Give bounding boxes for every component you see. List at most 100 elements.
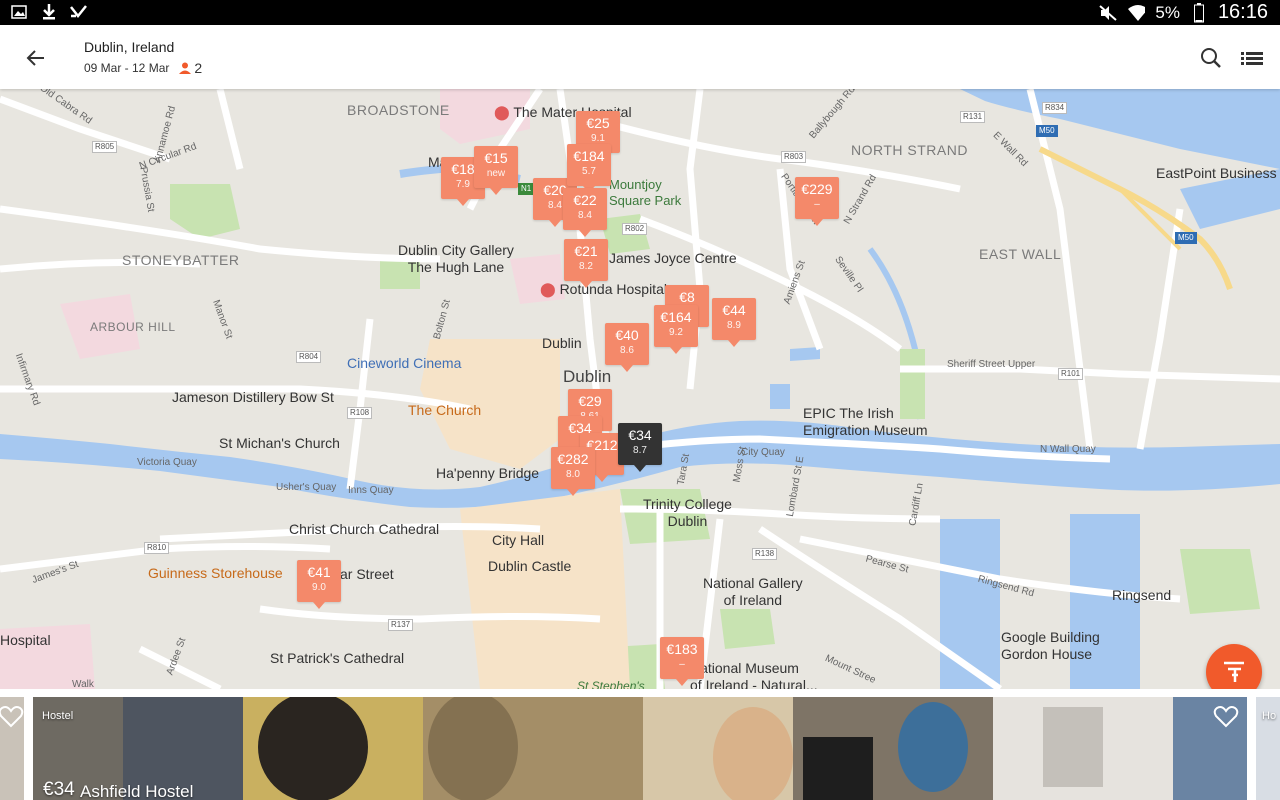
pin-price: €229	[801, 181, 833, 197]
pin-rating: 8.4	[578, 210, 592, 221]
guest-count: 2	[179, 60, 202, 76]
property-card[interactable]: Hostel €34 Ashfield Hostel	[33, 697, 1247, 800]
map-poi-st-patricks: St Patrick's Cathedral	[270, 650, 405, 666]
pin-price: €41	[307, 564, 331, 580]
price-pin[interactable]: €21 8.2	[564, 239, 608, 288]
pin-rating: 5.7	[582, 166, 596, 177]
street-victoria-quay: Victoria Quay	[137, 457, 197, 468]
street-inns-quay: Inns Quay	[348, 485, 394, 496]
search-icon	[1201, 48, 1221, 68]
task-notification-icon	[70, 3, 88, 21]
road-shield-r804: R804	[296, 351, 322, 363]
map-label-dublin-city: Dublin	[563, 367, 612, 386]
price-pin-selected[interactable]: €34 8.7	[618, 423, 662, 472]
clock: 16:16	[1217, 1, 1268, 23]
pin-rating: 8.0	[566, 469, 580, 480]
street-sheriff: Sheriff Street Upper	[947, 359, 1036, 370]
price-pin[interactable]: €282 8.0	[551, 447, 595, 496]
battery-percent: 5%	[1155, 2, 1180, 22]
map-poi-gallery: Dublin City Gallery The Hugh Lane	[398, 242, 514, 275]
heart-icon[interactable]	[1213, 705, 1239, 729]
back-button[interactable]	[20, 43, 50, 73]
road-shield-r131: R131	[960, 111, 986, 123]
pin-rating: –	[679, 659, 685, 670]
filter-icon	[1224, 661, 1244, 682]
map-poi-city-hall: City Hall	[492, 532, 545, 548]
pin-price: €40	[615, 327, 639, 343]
price-pin[interactable]: €15 new	[474, 146, 518, 195]
price-pin[interactable]: €229 –	[795, 177, 839, 226]
price-pin[interactable]: €40 8.6	[605, 323, 649, 372]
map-view[interactable]: BROADSTONE NORTH STRAND STONEYBATTER EAS…	[0, 89, 1280, 689]
road-shield-n1: N1	[518, 183, 535, 195]
property-type: Hostel	[42, 710, 74, 722]
list-view-button[interactable]	[1238, 45, 1266, 71]
pin-price: €21	[574, 243, 598, 259]
pin-rating: new	[486, 168, 506, 179]
search-button[interactable]	[1198, 45, 1224, 71]
property-carousel[interactable]: Hostel €34 Ashfield Hostel Ho	[0, 689, 1280, 800]
road-shield-m50b: M50	[1175, 232, 1197, 244]
road-shield-r802: R802	[622, 223, 648, 235]
price-pin[interactable]: €41 9.0	[297, 560, 341, 609]
property-name: Ashfield Hostel	[80, 782, 194, 800]
mute-icon	[1099, 4, 1118, 22]
map-poi-google: Google Building Gordon House	[1001, 629, 1100, 662]
map-poi-eastpoint: EastPoint Business	[1156, 165, 1277, 181]
map-poi-national-gallery: National Gallery of Ireland	[703, 575, 803, 608]
date-range: 09 Mar - 12 Mar	[84, 61, 170, 75]
pin-price: €29	[578, 393, 602, 409]
map-poi-mountjoy: Mountjoy Square Park	[609, 177, 682, 208]
property-photo	[33, 697, 1247, 800]
road-shield-r803: R803	[781, 151, 807, 163]
map-poi-hapenny: Ha'penny Bridge	[436, 465, 540, 481]
map-label-north-strand: NORTH STRAND	[851, 142, 968, 158]
person-icon	[179, 62, 192, 74]
price-pin[interactable]: €44 8.9	[712, 298, 756, 347]
street-north-wall: N Wall Quay	[1040, 444, 1096, 455]
map-poi-guinness: Guinness Storehouse	[148, 565, 283, 581]
pin-rating: 9.2	[669, 327, 683, 338]
map-poi-the-church: The Church	[408, 402, 482, 418]
map-poi-rotunda-label: Rotunda Hospital	[559, 281, 667, 297]
map-poi-christ-church: Christ Church Cathedral	[289, 521, 440, 537]
gallery-notification-icon	[10, 3, 28, 21]
map-poi-epic: EPIC The Irish Emigration Museum	[803, 405, 928, 438]
street-ushers-quay: Usher's Quay	[276, 482, 337, 493]
pin-price: €183	[666, 641, 698, 657]
property-type: Ho	[1262, 710, 1277, 722]
map-label-thomas-st: ar Street	[340, 566, 394, 582]
pin-price: €15	[484, 150, 508, 166]
road-shield-r137: R137	[388, 619, 414, 631]
road-shield-r810: R810	[144, 542, 170, 554]
pin-rating: 8.9	[727, 320, 741, 331]
battery-icon	[1190, 2, 1208, 22]
pin-price: €22	[573, 192, 597, 208]
pin-rating: –	[814, 199, 820, 210]
map-poi-jameson: Jameson Distillery Bow St	[172, 389, 334, 405]
price-pin[interactable]: €183 –	[660, 637, 704, 686]
map-poi-cineworld: Cineworld Cinema	[347, 355, 462, 371]
map-label-dublin-small: Dublin	[542, 335, 582, 351]
arrow-left-icon	[26, 50, 44, 66]
map-label-stoneybatter: STONEYBATTER	[122, 252, 240, 268]
price-pin[interactable]: €184 5.7	[567, 144, 611, 193]
pin-price: €34	[628, 427, 652, 443]
hospital-icon: ⬤	[494, 104, 510, 120]
pin-price: €25	[586, 115, 610, 131]
map-poi-joyce: James Joyce Centre	[609, 250, 737, 266]
heart-icon[interactable]	[0, 705, 24, 729]
map-poi-st-michans: St Michan's Church	[219, 435, 340, 451]
road-shield-r101: R101	[1058, 368, 1084, 380]
price-pin[interactable]: €164 9.2	[654, 305, 698, 354]
page-title: Dublin, Ireland	[84, 39, 175, 55]
map-poi-rotunda: ⬤ Rotunda Hospital	[540, 281, 667, 298]
road-shield-r805: R805	[92, 141, 118, 153]
price-pin[interactable]: €22 8.4	[563, 188, 607, 237]
property-price: €34	[43, 779, 75, 800]
map-poi-nat-museum: National Museum of Ireland - Natural...	[690, 660, 818, 689]
property-card-next[interactable]: Ho	[1256, 697, 1280, 800]
download-notification-icon	[40, 3, 58, 21]
property-card-prev[interactable]	[0, 697, 24, 800]
status-bar: 5% 16:16	[0, 0, 1280, 25]
